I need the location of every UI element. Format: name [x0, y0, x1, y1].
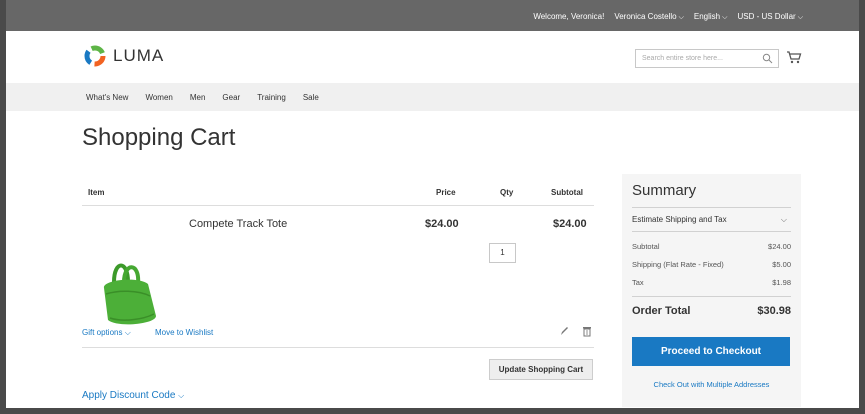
main-nav: What's New Women Men Gear Training Sale	[6, 83, 859, 111]
nav-item-sale[interactable]: Sale	[303, 93, 319, 102]
move-to-wishlist-link[interactable]: Move to Wishlist	[155, 328, 213, 337]
summary-line-tax: Tax $1.98	[632, 278, 791, 287]
language-switcher[interactable]: English ⌵	[694, 12, 728, 22]
product-subtotal: $24.00	[553, 218, 587, 230]
product-price: $24.00	[425, 218, 459, 230]
edit-icon[interactable]	[559, 325, 569, 337]
product-image[interactable]	[98, 258, 160, 330]
logo[interactable]: LUMA	[84, 45, 164, 67]
welcome-text: Welcome, Veronica!	[533, 12, 605, 21]
luma-logo-icon	[84, 45, 106, 67]
chevron-down-icon: ⌵	[797, 14, 803, 21]
page-title: Shopping Cart	[82, 124, 236, 151]
cart-table: Item Price Qty Subtotal Compete Track To…	[82, 180, 594, 326]
cart-item-actions: Gift options ⌵ Move to Wishlist	[82, 325, 594, 348]
column-qty: Qty	[500, 188, 514, 197]
order-total: Order Total $30.98	[632, 296, 791, 322]
chevron-down-icon: ⌵	[678, 14, 684, 21]
order-summary: Summary Estimate Shipping and Tax ⌵ Subt…	[622, 174, 801, 407]
summary-title: Summary	[632, 182, 791, 208]
search-placeholder: Search entire store here...	[642, 55, 723, 62]
nav-item-gear[interactable]: Gear	[222, 93, 240, 102]
cart-table-header: Item Price Qty Subtotal	[82, 180, 594, 206]
search-icon[interactable]	[762, 53, 773, 64]
update-shopping-cart-button[interactable]: Update Shopping Cart	[489, 359, 593, 380]
logo-text: LUMA	[113, 46, 165, 65]
nav-item-whats-new[interactable]: What's New	[86, 93, 128, 102]
column-item: Item	[88, 188, 105, 197]
estimate-shipping-toggle[interactable]: Estimate Shipping and Tax ⌵	[632, 208, 791, 232]
chevron-down-icon: ⌵	[178, 391, 185, 400]
nav-item-men[interactable]: Men	[190, 93, 206, 102]
summary-line-shipping: Shipping (Flat Rate - Fixed) $5.00	[632, 260, 791, 269]
gift-options-link[interactable]: Gift options ⌵	[82, 328, 131, 338]
top-bar: Welcome, Veronica! Veronica Costello ⌵ En…	[6, 0, 859, 31]
proceed-to-checkout-button[interactable]: Proceed to Checkout	[632, 337, 790, 366]
product-name[interactable]: Compete Track Tote	[189, 218, 287, 230]
multiple-addresses-link[interactable]: Check Out with Multiple Addresses	[632, 380, 791, 389]
search-input[interactable]: Search entire store here...	[635, 49, 779, 68]
chevron-down-icon: ⌵	[780, 215, 787, 224]
chevron-down-icon: ⌵	[124, 328, 131, 337]
nav-item-training[interactable]: Training	[257, 93, 286, 102]
account-menu[interactable]: Veronica Costello ⌵	[614, 12, 684, 22]
site-header: LUMA Search entire store here...	[6, 31, 859, 83]
nav-item-women[interactable]: Women	[145, 93, 172, 102]
column-price: Price	[436, 188, 456, 197]
qty-input[interactable]: 1	[489, 243, 516, 263]
trash-icon[interactable]	[582, 325, 592, 337]
column-subtotal: Subtotal	[551, 188, 583, 197]
cart-icon[interactable]	[786, 50, 802, 64]
apply-discount-code-toggle[interactable]: Apply Discount Code ⌵	[82, 390, 184, 401]
cart-item-row: Compete Track Tote $24.00 1 $24.00	[82, 206, 594, 326]
chevron-down-icon: ⌵	[722, 14, 728, 21]
currency-switcher[interactable]: USD - US Dollar ⌵	[737, 12, 803, 22]
summary-line-subtotal: Subtotal $24.00	[632, 242, 791, 251]
